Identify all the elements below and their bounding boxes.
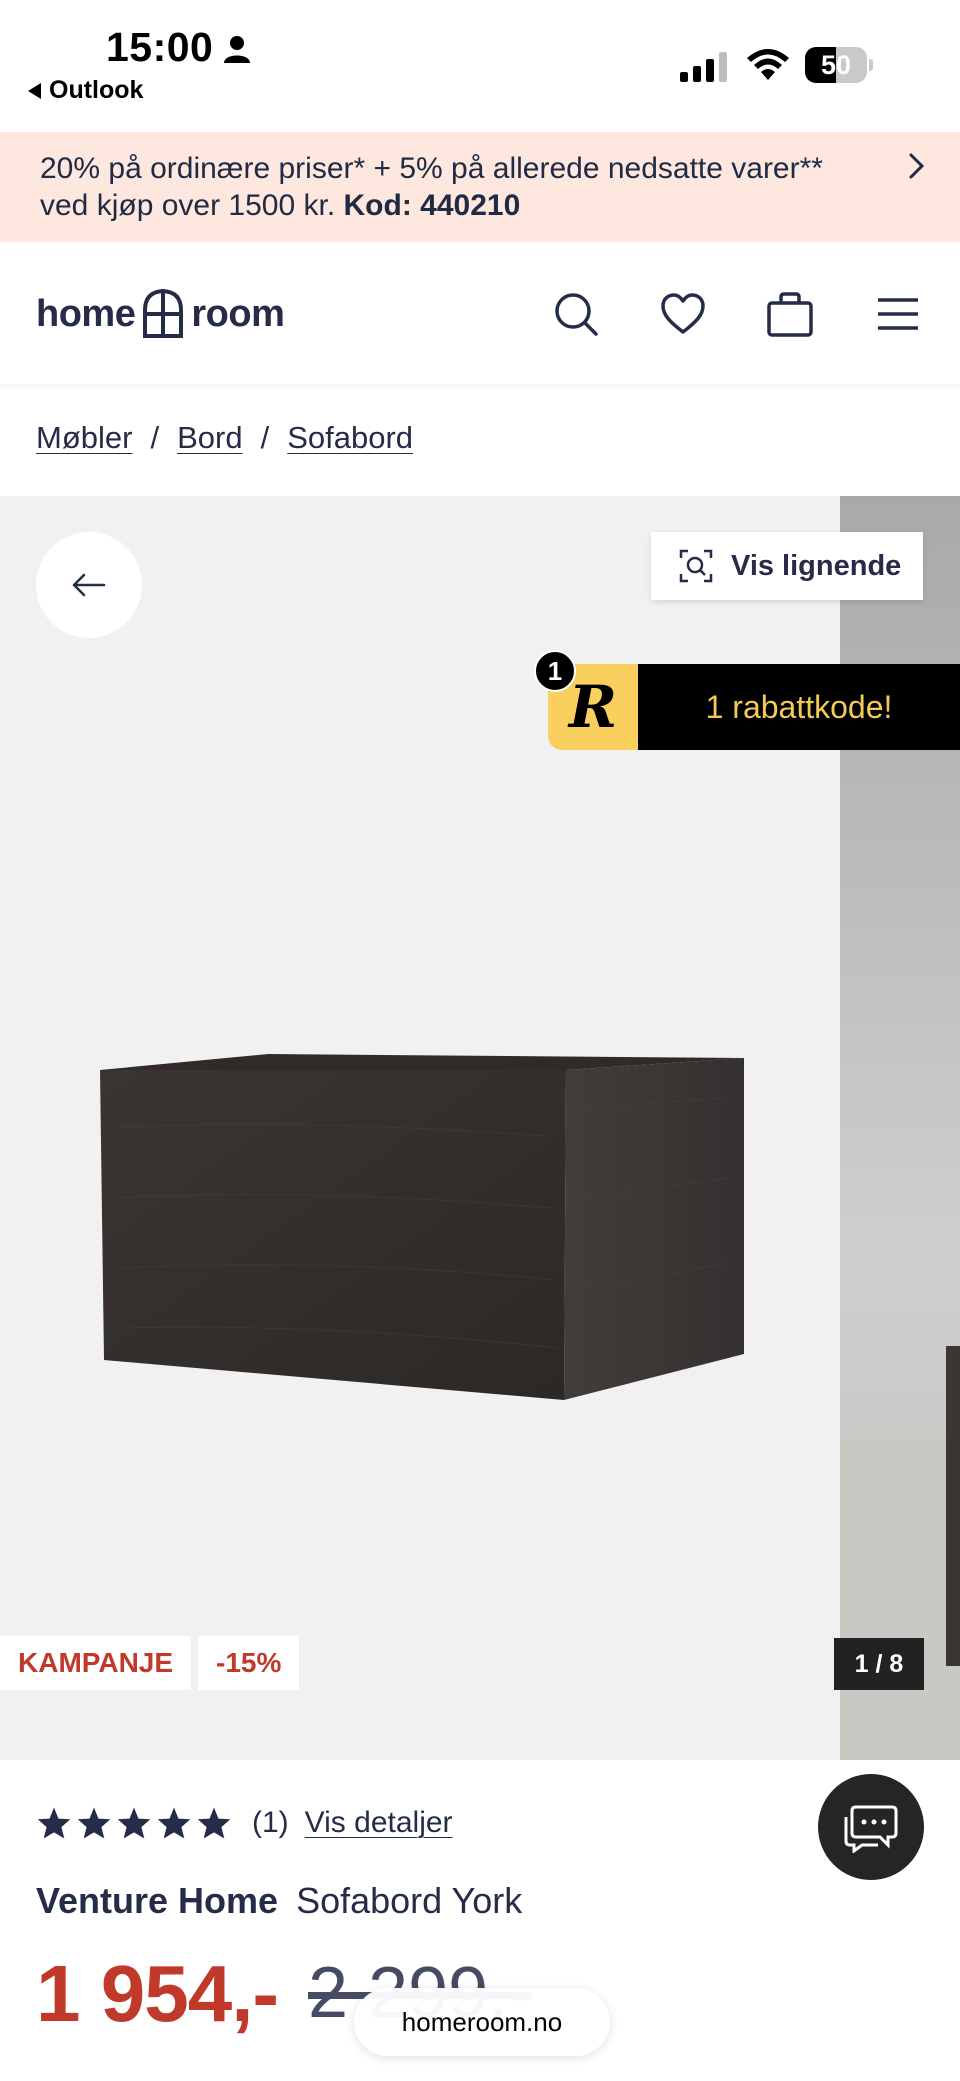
wishlist-button[interactable] <box>655 286 711 342</box>
chat-bubble-icon <box>844 1805 898 1853</box>
menu-button[interactable] <box>870 286 926 342</box>
menu-icon <box>878 298 918 330</box>
breadcrumb-bord[interactable]: Bord <box>177 420 242 456</box>
person-icon <box>224 36 250 63</box>
chat-button[interactable] <box>818 1774 924 1880</box>
show-similar-label: Vis lignende <box>731 549 902 582</box>
visual-search-icon <box>679 549 713 583</box>
star-icon <box>197 1807 231 1839</box>
breadcrumb-separator: / <box>260 420 270 455</box>
breadcrumb: Møbler / Bord / Sofabord <box>36 420 413 456</box>
campaign-badge: KAMPANJE <box>0 1636 192 1690</box>
back-app-label: Outlook <box>49 76 144 104</box>
bag-icon <box>767 292 813 337</box>
battery-indicator: 50 <box>805 47 873 83</box>
star-icon <box>157 1807 191 1839</box>
discount-code-widget[interactable]: R 1 rabattkode! 1 <box>534 650 960 750</box>
product-brand[interactable]: Venture Home <box>36 1880 278 1921</box>
star-icon <box>77 1807 111 1839</box>
view-details-link[interactable]: Vis detaljer <box>305 1806 453 1840</box>
current-price: 1 954,- <box>36 1949 279 2038</box>
discount-code-label: 1 rabattkode! <box>638 664 960 750</box>
gallery-back-button[interactable] <box>36 532 142 638</box>
star-icon <box>117 1807 151 1839</box>
status-bar: 15:00 Outlook 50 <box>0 0 960 132</box>
back-triangle-icon <box>28 82 41 99</box>
search-button[interactable] <box>548 286 604 342</box>
star-icon <box>37 1807 71 1839</box>
wifi-icon <box>747 49 789 80</box>
site-header: home room <box>0 242 960 384</box>
logo-text-left: home <box>36 292 136 335</box>
rating-count: (1) <box>252 1806 289 1839</box>
back-to-app-link[interactable]: Outlook <box>28 76 143 105</box>
cellular-signal-icon <box>680 52 727 82</box>
product-title: Venture Home Sofabord York <box>36 1880 522 1922</box>
arrow-left-icon <box>72 573 106 597</box>
discount-badge: -15% <box>198 1636 300 1690</box>
homeroom-logo[interactable]: home room <box>36 288 285 340</box>
rating-stars <box>36 1806 232 1840</box>
discount-count-badge: 1 <box>534 650 576 692</box>
cart-button[interactable] <box>762 286 818 342</box>
image-counter: 1 / 8 <box>834 1638 924 1690</box>
breadcrumb-separator: / <box>150 420 160 455</box>
promo-text: 20% på ordinære priser* + 5% på allerede… <box>40 132 860 242</box>
product-image-coffee-table <box>100 1054 744 1400</box>
browser-url-bar[interactable]: homeroom.no <box>354 1988 610 2056</box>
product-rating: (1) Vis detaljer <box>36 1806 453 1840</box>
breadcrumb-mobler[interactable]: Møbler <box>36 420 132 456</box>
search-icon <box>555 293 598 336</box>
battery-percent: 50 <box>820 50 852 80</box>
chevron-right-icon[interactable] <box>908 152 926 180</box>
house-logo-icon <box>143 288 184 338</box>
logo-text-right: room <box>191 292 285 335</box>
heart-icon <box>661 293 705 334</box>
promo-banner[interactable]: 20% på ordinære priser* + 5% på allerede… <box>0 132 960 242</box>
status-time: 15:00 <box>106 24 214 70</box>
show-similar-button[interactable]: Vis lignende <box>651 532 923 600</box>
breadcrumb-sofabord[interactable]: Sofabord <box>287 420 413 456</box>
product-gallery[interactable]: Vis lignende R 1 rabattkode! 1 KAMPANJE … <box>0 496 960 1760</box>
product-name: Sofabord York <box>296 1880 523 1921</box>
promo-code: Kod: 440210 <box>343 189 521 222</box>
